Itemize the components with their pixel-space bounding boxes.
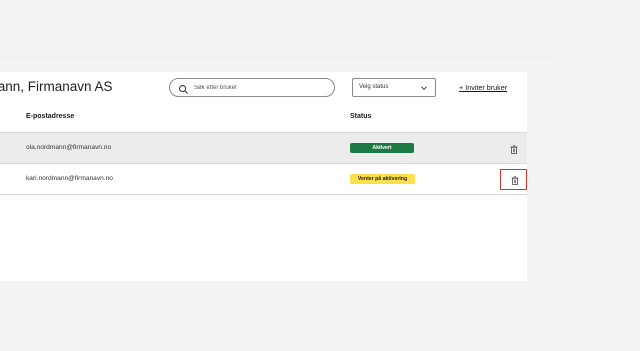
table-header: E-postadresse Status (0, 103, 527, 133)
trash-icon (510, 145, 518, 154)
table-row: ola.nordmann@firmanavn.no Aktivert (0, 133, 527, 164)
status-badge: Venter på aktivering (350, 174, 415, 184)
table-row: kari.nordmann@firmanavn.no Venter på akt… (0, 164, 527, 195)
chevron-down-icon (420, 84, 428, 92)
column-header-status: Status (350, 113, 372, 120)
page-title: rmann, Firmanavn AS (0, 79, 113, 94)
status-badge: Aktivert (350, 143, 414, 153)
status-select[interactable]: Velg status (352, 78, 436, 97)
search-icon (178, 82, 189, 94)
search-input[interactable] (194, 81, 324, 94)
trash-icon (511, 176, 519, 185)
top-band (0, 0, 550, 58)
search-field[interactable] (169, 78, 335, 97)
status-select-value: Velg status (359, 84, 389, 90)
delete-user-button[interactable] (500, 139, 527, 160)
invite-user-link[interactable]: + Inviter bruker (459, 83, 507, 92)
row-email: kari.nordmann@firmanavn.no (26, 175, 113, 182)
row-email: ola.nordmann@firmanavn.no (26, 144, 112, 151)
delete-user-button[interactable] (500, 169, 527, 190)
column-header-email: E-postadresse (26, 113, 75, 120)
